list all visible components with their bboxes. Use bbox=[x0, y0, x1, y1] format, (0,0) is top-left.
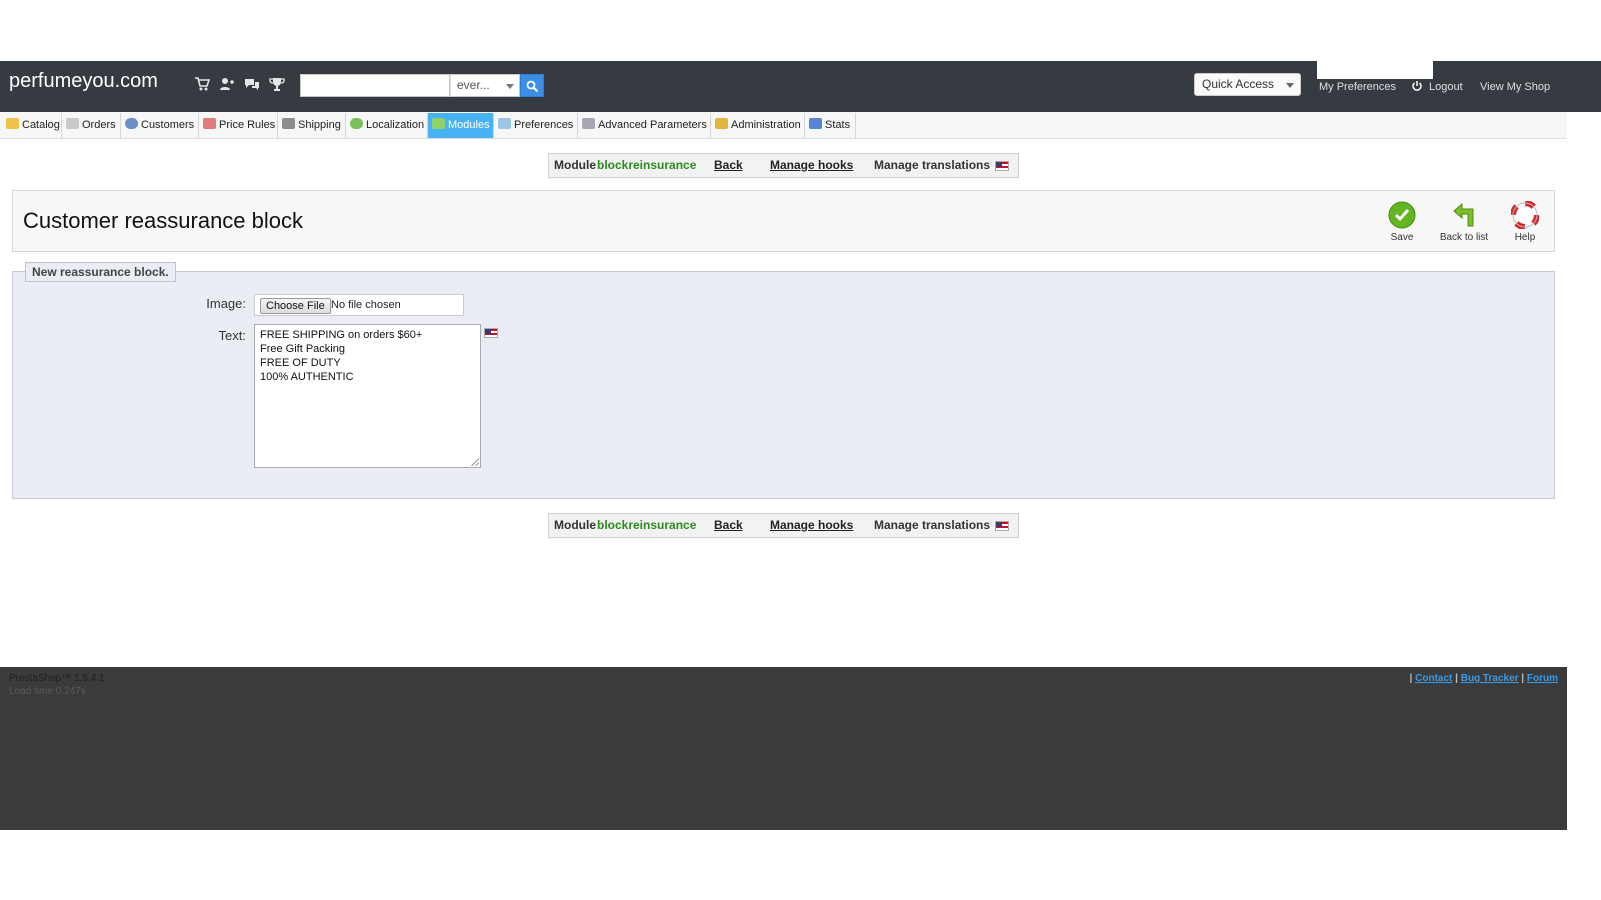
puzzle-icon bbox=[432, 118, 445, 129]
text-line: Free Gift Packing bbox=[260, 343, 345, 355]
module-prefix: Module bbox=[554, 158, 596, 172]
save-button[interactable]: Save bbox=[1372, 201, 1432, 243]
tab-localization[interactable]: Localization bbox=[346, 113, 428, 138]
check-icon bbox=[1388, 201, 1416, 229]
tab-stats[interactable]: Stats bbox=[805, 113, 856, 138]
bug-tracker-link[interactable]: Bug Tracker bbox=[1461, 673, 1519, 684]
trophy-icon[interactable] bbox=[268, 76, 286, 94]
wrench-icon bbox=[582, 118, 595, 129]
us-flag-icon[interactable] bbox=[995, 521, 1009, 531]
choose-file-button[interactable]: Choose File bbox=[260, 298, 331, 314]
chevron-down-icon bbox=[506, 84, 514, 89]
tab-price-rules[interactable]: Price Rules bbox=[199, 113, 278, 138]
footer-links: | Contact | Bug Tracker | Forum bbox=[1409, 673, 1558, 684]
manage-translations-label[interactable]: Manage translations bbox=[874, 154, 990, 177]
view-shop-link[interactable]: View My Shop bbox=[1480, 81, 1550, 93]
tab-modules[interactable]: Modules bbox=[428, 113, 494, 138]
tab-shipping[interactable]: Shipping bbox=[278, 113, 346, 138]
logout-link[interactable]: Logout bbox=[1429, 81, 1463, 93]
forum-link[interactable]: Forum bbox=[1527, 673, 1558, 684]
messages-icon[interactable] bbox=[243, 76, 261, 94]
tab-advanced-parameters[interactable]: Advanced Parameters bbox=[578, 113, 711, 138]
manage-hooks-link[interactable]: Manage hooks bbox=[770, 514, 853, 537]
back-to-list-label: Back to list bbox=[1439, 232, 1489, 243]
text-line: FREE SHIPPING on orders $60+ bbox=[260, 329, 423, 341]
form-legend: New reassurance block. bbox=[25, 262, 176, 282]
bar-chart-icon bbox=[809, 118, 822, 129]
tab-orders[interactable]: Orders bbox=[62, 113, 121, 138]
search-icon bbox=[526, 80, 539, 93]
footer: PrestaShop™ 1.5.4.1 Load time:0.247s | C… bbox=[0, 667, 1567, 830]
help-label: Help bbox=[1514, 232, 1536, 243]
shop-name[interactable]: perfumeyou.com bbox=[9, 70, 158, 93]
search-button[interactable] bbox=[520, 74, 544, 97]
folder-icon bbox=[6, 118, 19, 129]
us-flag-icon[interactable] bbox=[484, 328, 498, 338]
file-status: No file chosen bbox=[331, 299, 401, 311]
manage-hooks-link[interactable]: Manage hooks bbox=[770, 154, 853, 177]
image-file-input[interactable]: Choose File No file chosen bbox=[254, 294, 464, 316]
back-arrow-icon bbox=[1450, 201, 1478, 229]
quick-access-label: Quick Access bbox=[1202, 77, 1275, 91]
module-toolbar-top: Module blockreinsurance Back Manage hook… bbox=[548, 153, 1019, 178]
tab-customers[interactable]: Customers bbox=[121, 113, 199, 138]
version-text: PrestaShop™ 1.5.4.1 bbox=[9, 673, 105, 684]
price-tag-icon bbox=[203, 118, 216, 129]
load-time-text: Load time:0.247s bbox=[9, 686, 86, 697]
preferences-tab-highlight bbox=[1317, 61, 1433, 79]
top-header: perfumeyou.com ever... Quick Access My P… bbox=[0, 61, 1601, 112]
text-textarea[interactable]: FREE SHIPPING on orders $60+ Free Gift P… bbox=[254, 324, 481, 468]
main-menu: Catalog Orders Customers Price Rules Shi… bbox=[0, 112, 1567, 139]
module-prefix: Module bbox=[554, 518, 596, 532]
text-line: FREE OF DUTY bbox=[260, 357, 341, 369]
search-scope-value: ever... bbox=[457, 78, 490, 92]
orders-icon bbox=[66, 118, 79, 129]
save-label: Save bbox=[1390, 232, 1414, 243]
my-preferences-link[interactable]: My Preferences bbox=[1319, 81, 1396, 93]
back-link[interactable]: Back bbox=[714, 154, 743, 177]
chevron-down-icon bbox=[1286, 83, 1294, 88]
help-button[interactable]: Help bbox=[1495, 200, 1555, 243]
page-title: Customer reassurance block bbox=[23, 208, 304, 233]
back-link[interactable]: Back bbox=[714, 514, 743, 537]
module-name: blockreinsurance bbox=[597, 158, 697, 172]
back-to-list-button[interactable]: Back to list bbox=[1434, 201, 1494, 243]
module-toolbar-bottom: Module blockreinsurance Back Manage hook… bbox=[548, 513, 1019, 538]
page-header: Customer reassurance block Save Back to … bbox=[12, 190, 1555, 252]
search-scope-select[interactable]: ever... bbox=[450, 74, 520, 97]
lifebuoy-icon bbox=[1510, 200, 1540, 230]
globe-icon bbox=[350, 118, 363, 129]
customers-icon[interactable] bbox=[218, 76, 236, 94]
quick-access-select[interactable]: Quick Access bbox=[1194, 73, 1301, 96]
text-line: 100% AUTHENTIC bbox=[260, 371, 354, 383]
module-name: blockreinsurance bbox=[597, 518, 697, 532]
search-bar: ever... bbox=[300, 74, 544, 97]
cart-icon[interactable] bbox=[193, 76, 211, 94]
search-input[interactable] bbox=[300, 74, 450, 97]
manage-translations-label[interactable]: Manage translations bbox=[874, 514, 990, 537]
resize-handle[interactable] bbox=[471, 458, 479, 466]
power-icon[interactable] bbox=[1411, 80, 1423, 92]
us-flag-icon[interactable] bbox=[995, 161, 1009, 171]
preferences-icon bbox=[498, 118, 511, 129]
truck-icon bbox=[282, 118, 295, 129]
customer-icon bbox=[125, 118, 138, 129]
contact-link[interactable]: Contact bbox=[1415, 673, 1452, 684]
tab-administration[interactable]: Administration bbox=[711, 113, 805, 138]
key-icon bbox=[715, 118, 728, 129]
text-label: Text: bbox=[218, 328, 246, 343]
tab-catalog[interactable]: Catalog bbox=[2, 113, 62, 138]
image-label: Image: bbox=[206, 296, 246, 311]
tab-preferences[interactable]: Preferences bbox=[494, 113, 578, 138]
